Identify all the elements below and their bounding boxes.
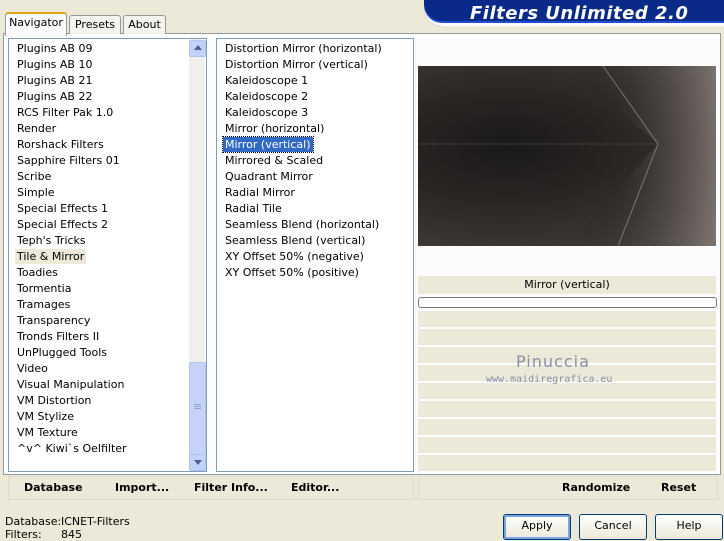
tab-about[interactable]: About: [123, 15, 166, 34]
category-item[interactable]: Tile & Mirror: [15, 249, 87, 264]
category-item[interactable]: ^v^ Kiwi`s Oelfilter: [15, 441, 129, 456]
filter-item[interactable]: Mirrored & Scaled: [223, 153, 325, 168]
category-item[interactable]: Video: [15, 361, 50, 376]
category-item[interactable]: Plugins AB 22: [15, 89, 94, 104]
scroll-up-button[interactable]: [189, 40, 206, 57]
filter-list[interactable]: Distortion Mirror (horizontal) Distortion…: [216, 38, 414, 472]
category-item[interactable]: Toadies: [15, 265, 60, 280]
category-item[interactable]: Simple: [15, 185, 57, 200]
filter-item[interactable]: Radial Mirror: [223, 185, 297, 200]
filter-item[interactable]: Distortion Mirror (vertical): [223, 57, 370, 72]
editor-button[interactable]: Editor...: [291, 480, 339, 496]
filter-item[interactable]: Mirror (horizontal): [223, 121, 326, 136]
category-list[interactable]: Plugins AB 09 Plugins AB 10 Plugins AB 21 P…: [8, 38, 207, 472]
category-item[interactable]: UnPlugged Tools: [15, 345, 109, 360]
category-item[interactable]: Visual Manipulation: [15, 377, 126, 392]
scroll-thumb[interactable]: [189, 362, 206, 455]
filter-item[interactable]: Seamless Blend (vertical): [223, 233, 367, 248]
database-label: Database:: [5, 515, 62, 528]
category-item[interactable]: Tronds Filters II: [15, 329, 101, 344]
randomize-button[interactable]: Randomize: [562, 480, 630, 496]
reset-button[interactable]: Reset: [661, 480, 696, 496]
category-item[interactable]: Rorshack Filters: [15, 137, 106, 152]
filter-item[interactable]: XY Offset 50% (positive): [223, 265, 361, 280]
filter-item[interactable]: Kaleidoscope 1: [223, 73, 310, 88]
param-row: [418, 401, 716, 419]
category-item[interactable]: Special Effects 1: [15, 201, 110, 216]
filter-item[interactable]: Kaleidoscope 3: [223, 105, 310, 120]
category-item[interactable]: Transparency: [15, 313, 92, 328]
app-title: Filters Unlimited 2.0: [470, 3, 689, 24]
apply-button[interactable]: Apply: [503, 514, 571, 540]
progress-bar: [418, 297, 717, 308]
watermark-name: Pinuccia: [516, 352, 590, 371]
filter-item[interactable]: Quadrant Mirror: [223, 169, 315, 184]
category-item[interactable]: VM Texture: [15, 425, 80, 440]
category-item[interactable]: Plugins AB 21: [15, 73, 94, 88]
filter-item[interactable]: Radial Tile: [223, 201, 284, 216]
param-row: [418, 437, 716, 455]
filter-item[interactable]: Mirror (vertical): [222, 136, 314, 153]
current-filter-name: Mirror (vertical): [418, 276, 716, 294]
filter-item[interactable]: XY Offset 50% (negative): [223, 249, 366, 264]
cancel-button[interactable]: Cancel: [579, 514, 647, 540]
filter-item[interactable]: Kaleidoscope 2: [223, 89, 310, 104]
database-value: ICNET-Filters: [61, 515, 130, 528]
filter-item[interactable]: Distortion Mirror (horizontal): [223, 41, 384, 56]
filters-label: Filters:: [5, 528, 42, 541]
param-row: [418, 383, 716, 401]
scroll-down-button[interactable]: [189, 454, 206, 471]
left-toolbar: Database Import... Filter Info... Editor…: [8, 476, 414, 500]
category-item[interactable]: Plugins AB 10: [15, 57, 94, 72]
param-row: [418, 455, 716, 473]
param-row: [418, 329, 716, 347]
category-item[interactable]: Sapphire Filters 01: [15, 153, 122, 168]
import-button[interactable]: Import...: [115, 480, 169, 496]
category-item[interactable]: Tramages: [15, 297, 72, 312]
param-row: [418, 419, 716, 437]
category-item[interactable]: RCS Filter Pak 1.0: [15, 105, 115, 120]
param-row: [418, 311, 716, 329]
database-button[interactable]: Database: [24, 480, 83, 496]
tab-presets[interactable]: Presets: [69, 15, 121, 34]
watermark-url: www.maidiregrafica.eu: [486, 374, 613, 385]
category-item[interactable]: Scribe: [15, 169, 53, 184]
help-button[interactable]: Help: [655, 514, 723, 540]
category-item[interactable]: VM Distortion: [15, 393, 93, 408]
category-item[interactable]: Tormentia: [15, 281, 73, 296]
category-item[interactable]: Special Effects 2: [15, 217, 110, 232]
filters-count: 845: [61, 528, 82, 541]
category-item[interactable]: Plugins AB 09: [15, 41, 94, 56]
category-item[interactable]: Render: [15, 121, 58, 136]
category-item[interactable]: Teph's Tricks: [15, 233, 88, 248]
right-toolbar: Randomize Reset: [418, 476, 718, 500]
preview-image: [418, 66, 716, 246]
category-scrollbar[interactable]: [189, 39, 206, 471]
filter-info-button[interactable]: Filter Info...: [194, 480, 268, 496]
category-item[interactable]: VM Stylize: [15, 409, 76, 424]
filter-item[interactable]: Seamless Blend (horizontal): [223, 217, 381, 232]
tab-navigator[interactable]: Navigator: [5, 12, 67, 36]
